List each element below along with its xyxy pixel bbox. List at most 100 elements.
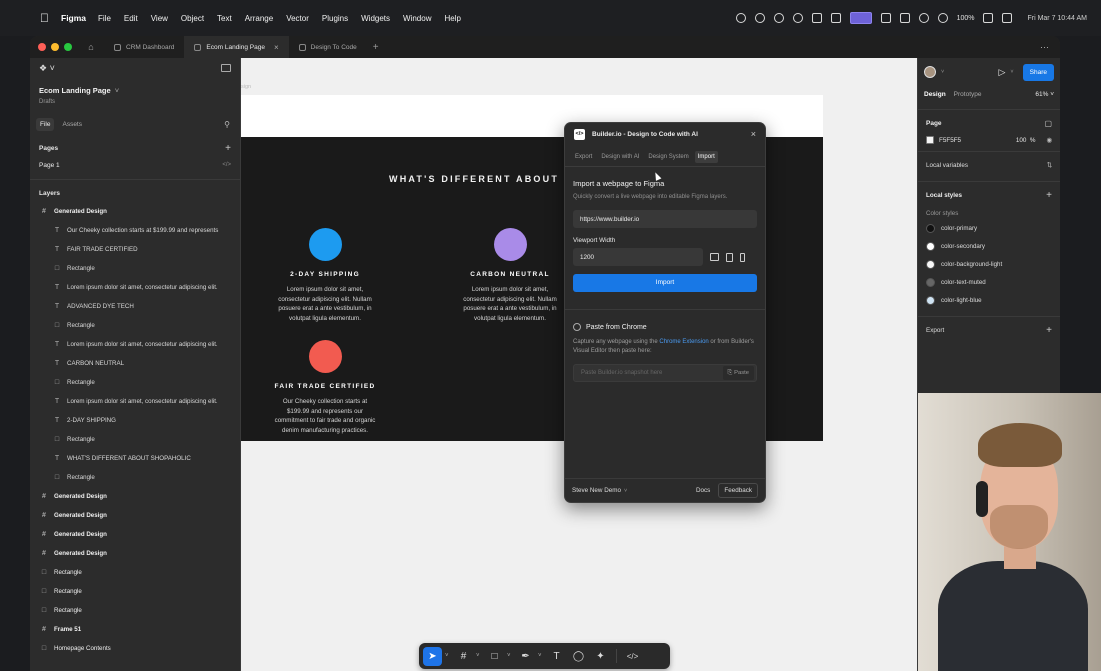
more-icon[interactable]: ⋯ [1040,42,1050,53]
chrome-extension-link[interactable]: Chrome Extension [659,339,708,345]
style-icon[interactable]: ▢ [1044,119,1052,128]
tab-export[interactable]: Export [572,151,595,163]
layer-item[interactable]: # Generated Design [30,525,240,544]
screen-record-icon[interactable] [849,12,872,24]
headphones-icon[interactable] [918,13,929,23]
file-location[interactable]: Drafts [30,95,240,105]
page-fill-row[interactable]: F5F5F5 100 % ◉ [926,136,1052,144]
tab-prototype[interactable]: Prototype [954,91,982,98]
layer-item[interactable]: T ADVANCED DYE TECH [30,297,240,316]
status-app-icon[interactable] [899,13,910,23]
status-app-icon[interactable] [880,13,891,23]
menu-view[interactable]: View [151,14,168,23]
close-window-button[interactable] [38,43,46,51]
tablet-icon[interactable] [726,252,733,262]
wifi-icon[interactable] [937,13,948,23]
frame-icon[interactable]: # [454,647,473,666]
zoom-level[interactable]: 61% ˅ [1035,91,1054,98]
layer-item[interactable]: # Generated Design [30,202,240,221]
layer-item[interactable]: □ Rectangle [30,468,240,487]
layer-item[interactable]: T Our Cheeky collection starts at $199.99… [30,221,240,240]
actions-icon[interactable]: ✦ [591,647,610,666]
chevron-down-icon[interactable]: ˅ [1010,69,1013,75]
present-icon[interactable]: ▷ [999,67,1006,78]
status-app-icon[interactable] [830,13,841,23]
eye-icon[interactable]: ◉ [1047,137,1053,144]
color-style-item[interactable]: color-text-muted [926,273,1052,291]
status-app-icon[interactable] [735,13,746,23]
paste-snapshot-input[interactable]: Paste Builder.io snapshot here ⎘ Paste [573,364,757,382]
menu-file[interactable]: File [98,14,111,23]
tab-design[interactable]: Design [924,91,946,98]
layer-item[interactable]: □ Rectangle [30,563,240,582]
battery-icon[interactable] [983,13,994,23]
fill-hex[interactable]: F5F5F5 [939,137,961,144]
tab-assets[interactable]: Assets [58,118,86,131]
dev-mode-icon[interactable]: </> [623,647,642,666]
zoom-window-button[interactable] [64,43,72,51]
menu-text[interactable]: Text [217,14,232,23]
layer-item[interactable]: # Frame 51 [30,620,240,639]
layer-item[interactable]: # Generated Design [30,506,240,525]
tab-file[interactable]: File [36,118,55,131]
minimize-window-button[interactable] [51,43,59,51]
menu-window[interactable]: Window [403,14,431,23]
layer-item[interactable]: □ Rectangle [30,316,240,335]
menu-plugins[interactable]: Plugins [322,14,348,23]
color-style-item[interactable]: color-secondary [926,237,1052,255]
layer-item[interactable]: □ Rectangle [30,601,240,620]
import-button[interactable]: Import [573,274,757,292]
share-button[interactable]: Share [1022,63,1054,81]
viewport-width-input[interactable]: 1200 [573,248,703,266]
layer-item[interactable]: T FAIR TRADE CERTIFIED [30,240,240,259]
panel-toggle-icon[interactable] [221,64,231,72]
local-variables-row[interactable]: Local variables ⇅ [926,156,1052,174]
control-center-icon[interactable] [1002,13,1013,23]
tab-ecom-landing-page[interactable]: Ecom Landing Page × [184,36,289,58]
menu-arrange[interactable]: Arrange [245,14,273,23]
close-icon[interactable]: × [274,43,279,52]
color-style-item[interactable]: color-primary [926,219,1052,237]
comment-icon[interactable]: ◯ [569,647,588,666]
figma-menu-icon[interactable]: ❖ ˅ [39,63,55,74]
layer-item[interactable]: □ Rectangle [30,582,240,601]
avatar[interactable] [924,66,936,78]
layer-item[interactable]: T 2-DAY SHIPPING [30,411,240,430]
tab-import[interactable]: Import [694,150,718,163]
page-item[interactable]: Page 1 </> [30,157,240,173]
menu-edit[interactable]: Edit [124,14,138,23]
tab-design-with-ai[interactable]: Design with AI [598,151,642,163]
home-icon[interactable]: ⌂ [84,40,98,54]
search-icon[interactable]: ⚲ [224,120,230,129]
docs-link[interactable]: Docs [696,487,710,494]
layer-item[interactable]: □ Homepage Contents [30,639,240,658]
add-page-icon[interactable]: + [225,143,231,154]
layer-item[interactable]: # Generated Design [30,487,240,506]
move-icon[interactable]: ➤ [423,646,442,666]
pen-icon[interactable]: ✒ [516,647,535,666]
frame-label[interactable]: sign [241,84,251,90]
layer-item[interactable]: # Generated Design [30,544,240,563]
layer-item[interactable]: T Lorem ipsum dolor sit amet, consectetur… [30,392,240,411]
file-name[interactable]: Ecom Landing Page ˅ [30,78,240,95]
layer-item[interactable]: T WHAT'S DIFFERENT ABOUT SHOPAHOLIC [30,449,240,468]
fill-opacity[interactable]: 100 % [1016,137,1036,144]
chevron-down-icon[interactable]: ˅ [445,653,451,659]
app-name[interactable]: Figma [61,13,86,23]
tab-design-system[interactable]: Design System [645,151,691,163]
layer-item[interactable]: □ Rectangle [30,259,240,278]
menu-help[interactable]: Help [444,14,460,23]
tab-design-to-code[interactable]: Design To Code [289,36,367,58]
clock[interactable]: Fri Mar 7 10:44 AM [1027,15,1087,22]
chevron-down-icon[interactable]: ˅ [476,653,482,659]
menu-vector[interactable]: Vector [286,14,309,23]
fill-swatch[interactable] [926,136,934,144]
url-input[interactable]: https://www.builder.io [573,210,757,228]
layer-item[interactable]: □ Rectangle [30,430,240,449]
status-app-icon[interactable] [792,13,803,23]
layer-item[interactable]: □ Rectangle [30,373,240,392]
account-selector[interactable]: Steve New Demo ˅ [572,487,627,494]
rectangle-icon[interactable]: □ [485,647,504,666]
mobile-icon[interactable] [740,252,745,262]
feedback-button[interactable]: Feedback [718,483,758,498]
